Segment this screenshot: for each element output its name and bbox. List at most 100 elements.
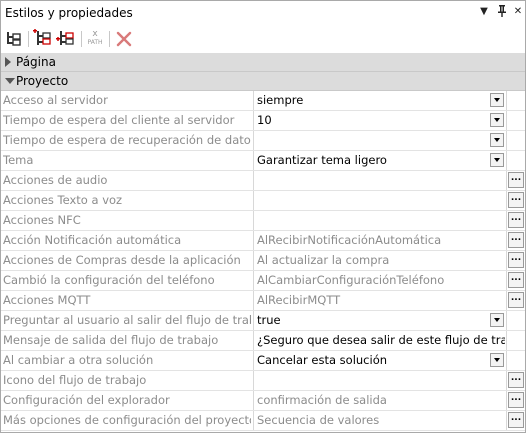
close-icon[interactable]: ✕ xyxy=(511,5,525,19)
property-row[interactable]: Acción Notificación automática AlRecibirN… xyxy=(1,231,525,251)
property-row[interactable]: Al cambiar a otra solución Cancelar esta … xyxy=(1,351,525,371)
property-value[interactable] xyxy=(257,191,505,210)
dropdown-arrow-icon[interactable]: ▼ xyxy=(477,5,491,19)
toolbar-separator xyxy=(28,31,29,47)
column-divider xyxy=(506,371,507,390)
property-value[interactable]: AlCambiarConfiguraciónTeléfono xyxy=(257,271,505,290)
delete-icon[interactable] xyxy=(114,29,134,49)
property-value[interactable] xyxy=(257,171,505,190)
xpath-icon[interactable]: x PATH xyxy=(85,29,105,49)
column-divider xyxy=(506,311,507,330)
property-row[interactable]: Acciones de audio... xyxy=(1,171,525,191)
property-row[interactable]: Acceso al servidor siempre xyxy=(1,91,525,111)
column-divider xyxy=(253,251,254,270)
column-divider xyxy=(253,211,254,230)
column-divider xyxy=(506,171,507,190)
column-divider xyxy=(253,291,254,310)
column-divider xyxy=(253,111,254,130)
ellipsis-button[interactable]: ... xyxy=(508,252,524,268)
property-name: Acceso al servidor xyxy=(3,93,108,107)
column-divider xyxy=(253,351,254,370)
toolbar: x PATH xyxy=(1,25,525,54)
property-row[interactable]: Preguntar al usuario al salir del flujo … xyxy=(1,311,525,331)
dropdown-button[interactable] xyxy=(490,133,504,147)
dropdown-button[interactable] xyxy=(490,153,504,167)
dropdown-button[interactable] xyxy=(490,113,504,127)
property-value[interactable]: Garantizar tema ligero xyxy=(257,151,505,170)
chevron-down-icon xyxy=(494,98,500,102)
property-value[interactable]: siempre xyxy=(257,91,505,110)
dropdown-button[interactable] xyxy=(490,93,504,107)
expand-arrow-icon[interactable] xyxy=(5,57,11,67)
chevron-down-icon xyxy=(494,318,500,322)
ellipsis-button[interactable]: ... xyxy=(508,372,524,388)
property-name: Cambió la configuración del teléfono xyxy=(3,273,215,287)
column-divider xyxy=(253,271,254,290)
ellipsis-button[interactable]: ... xyxy=(508,192,524,208)
group-label: Página xyxy=(16,55,56,69)
property-name: Acciones de Compras desde la aplicación xyxy=(3,253,241,267)
property-name: Mensaje de salida del flujo de trabajo xyxy=(3,333,219,347)
property-value[interactable]: confirmación de salida xyxy=(257,391,505,410)
property-row[interactable]: Acciones NFC... xyxy=(1,211,525,231)
property-name: Acción Notificación automática xyxy=(3,233,182,247)
add-child-icon[interactable] xyxy=(56,29,76,49)
property-row[interactable]: Mensaje de salida del flujo de trabajo ¿S… xyxy=(1,331,525,351)
property-row[interactable]: Tiempo de espera de recuperación de dato… xyxy=(1,131,525,151)
property-value[interactable]: Al actualizar la compra xyxy=(257,251,505,270)
property-value[interactable] xyxy=(257,371,505,390)
property-value[interactable] xyxy=(257,131,505,150)
column-divider xyxy=(506,251,507,270)
property-name: Acciones MQTT xyxy=(3,293,91,307)
property-value[interactable]: Cancelar esta solución xyxy=(257,351,505,370)
ellipsis-button[interactable]: ... xyxy=(508,172,524,188)
property-value[interactable]: AlRecibirMQTT xyxy=(257,291,505,310)
dropdown-button[interactable] xyxy=(490,313,504,327)
ellipsis-button[interactable]: ... xyxy=(508,212,524,228)
ellipsis-button[interactable]: ... xyxy=(508,412,524,428)
tree-view-icon[interactable] xyxy=(4,29,24,49)
property-name: Tiempo de espera del cliente al servidor xyxy=(3,113,235,127)
column-divider xyxy=(506,231,507,250)
property-row[interactable]: Icono del flujo de trabajo... xyxy=(1,371,525,391)
property-row[interactable]: Acciones de Compras desde la aplicación A… xyxy=(1,251,525,271)
property-row[interactable]: Acciones MQTT AlRecibirMQTT... xyxy=(1,291,525,311)
collapse-arrow-icon[interactable] xyxy=(5,78,15,84)
property-value[interactable]: Secuencia de valores xyxy=(257,411,505,430)
property-row[interactable]: Configuración del explorador confirmación… xyxy=(1,391,525,411)
property-row[interactable]: Tema Garantizar tema ligero xyxy=(1,151,525,171)
column-divider xyxy=(253,371,254,390)
xpath-label: PATH xyxy=(87,39,103,46)
xpath-x-glyph: x xyxy=(92,29,98,39)
column-divider xyxy=(253,151,254,170)
column-divider xyxy=(253,311,254,330)
property-value[interactable]: AlRecibirNotificaciónAutomática xyxy=(257,231,505,250)
column-divider xyxy=(506,391,507,410)
column-divider xyxy=(253,411,254,430)
property-row[interactable]: Acciones Texto a voz... xyxy=(1,191,525,211)
add-property-icon[interactable] xyxy=(33,29,53,49)
property-value[interactable]: ¿Seguro que desea salir de este flujo de… xyxy=(257,331,505,350)
column-divider xyxy=(253,91,254,110)
property-name: Tiempo de espera de recuperación de dato… xyxy=(3,133,251,147)
property-row[interactable]: Más opciones de configuración del proyec… xyxy=(1,411,525,431)
toolbar-separator xyxy=(81,31,82,47)
property-value[interactable] xyxy=(257,211,505,230)
property-row[interactable]: Tiempo de espera del cliente al servidor… xyxy=(1,111,525,131)
ellipsis-button[interactable]: ... xyxy=(508,272,524,288)
panel-title: Estilos y propiedades xyxy=(5,6,133,20)
ellipsis-button[interactable]: ... xyxy=(508,232,524,248)
toolbar-separator xyxy=(109,31,110,47)
dropdown-button[interactable] xyxy=(490,353,504,367)
pin-icon[interactable] xyxy=(495,5,509,19)
ellipsis-button[interactable]: ... xyxy=(508,392,524,408)
ellipsis-button[interactable]: ... xyxy=(508,292,524,308)
property-value[interactable]: 10 xyxy=(257,111,505,130)
property-name: Tema xyxy=(3,153,34,167)
property-value[interactable]: true xyxy=(257,311,505,330)
group-pagina[interactable]: Página xyxy=(1,53,525,72)
property-grid: Acceso al servidor siempre Tiempo de esper… xyxy=(1,91,525,431)
group-proyecto[interactable]: Proyecto xyxy=(1,72,525,91)
property-row[interactable]: Cambió la configuración del teléfono AlCa… xyxy=(1,271,525,291)
column-divider xyxy=(506,151,507,170)
